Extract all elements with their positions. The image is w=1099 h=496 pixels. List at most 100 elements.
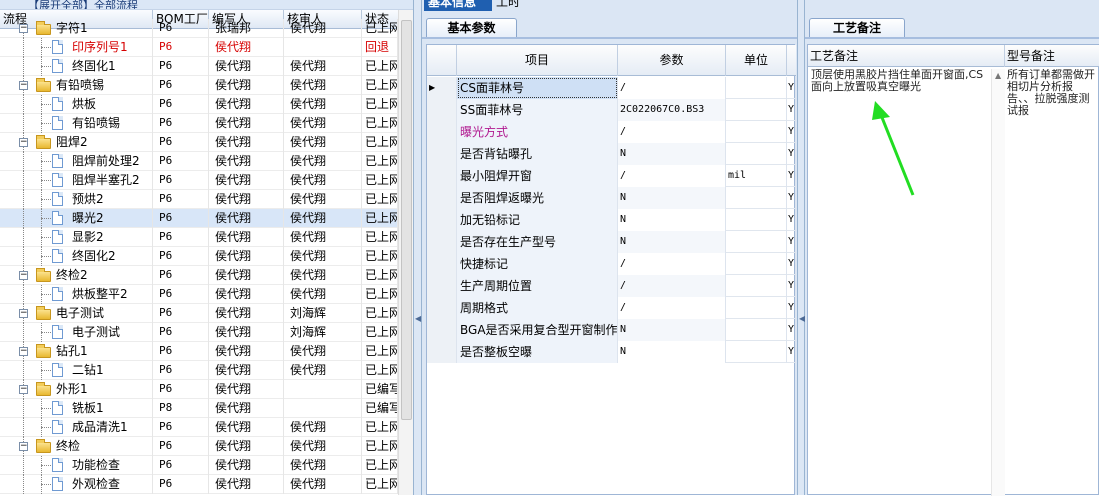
expand-all-button[interactable]: 【展开全部】全部流程 — [28, 0, 138, 9]
param-row[interactable]: 是否阻焊返曝光 N Y — [427, 187, 796, 209]
tree-row[interactable]: − 终检2 P6 侯代翔 侯代翔 已上网 — [0, 266, 398, 285]
tree-row[interactable]: 终固化2 P6 侯代翔 侯代翔 已上网 — [0, 247, 398, 266]
tree-node-label: 烘板 — [70, 95, 153, 114]
writer-cell: 侯代翔 — [212, 323, 284, 342]
param-row[interactable]: 周期格式 / Y — [427, 297, 796, 319]
row-indicator[interactable] — [427, 275, 457, 297]
tree-row[interactable]: 烘板 P6 侯代翔 侯代翔 已上网 — [0, 95, 398, 114]
tab-basic-params[interactable]: 基本参数 — [426, 18, 517, 38]
tab-work-hours[interactable]: 工时 — [496, 0, 520, 9]
collapse-toggle-icon[interactable]: − — [19, 271, 28, 280]
row-indicator[interactable] — [427, 143, 457, 165]
row-indicator[interactable] — [427, 297, 457, 319]
collapse-toggle-icon[interactable]: − — [19, 385, 28, 394]
collapse-toggle-icon[interactable]: − — [19, 309, 28, 318]
param-row[interactable]: 快捷标记 / Y — [427, 253, 796, 275]
param-value-cell[interactable]: N — [618, 319, 726, 341]
param-value-cell[interactable]: N — [618, 187, 726, 209]
param-value-cell[interactable]: / — [618, 253, 726, 275]
col-param[interactable]: 参数 — [618, 45, 726, 76]
param-unit-cell — [726, 77, 787, 99]
col-item[interactable]: 项目 — [457, 45, 618, 76]
row-indicator[interactable] — [427, 253, 457, 275]
param-row[interactable]: BGA是否采用复合型开窗制作 N Y — [427, 319, 796, 341]
row-indicator[interactable] — [427, 165, 457, 187]
tree-row[interactable]: 显影2 P6 侯代翔 侯代翔 已上网 — [0, 228, 398, 247]
param-row[interactable]: 最小阻焊开窗 / mil Y — [427, 165, 796, 187]
param-value-cell[interactable]: 2C022067C0.BS3 — [618, 99, 726, 121]
param-row[interactable]: SS面菲林号 2C022067C0.BS3 Y — [427, 99, 796, 121]
row-indicator[interactable]: ▶ — [427, 77, 457, 99]
param-value-cell[interactable]: / — [618, 77, 726, 99]
tree-row[interactable]: 成品清洗1 P6 侯代翔 侯代翔 已上网 — [0, 418, 398, 437]
tab-basic-info[interactable]: 基本信息 — [424, 0, 492, 11]
param-unit-cell — [726, 121, 787, 143]
tree-row[interactable]: − 外形1 P6 侯代翔 已编写 — [0, 380, 398, 399]
col-unit[interactable]: 单位 — [726, 45, 787, 76]
param-row[interactable]: 是否整板空曝 N Y — [427, 341, 796, 363]
collapse-toggle-icon[interactable]: − — [19, 442, 28, 451]
tree-row[interactable]: − 阻焊2 P6 侯代翔 侯代翔 已上网 — [0, 133, 398, 152]
tree-row[interactable]: − 钻孔1 P6 侯代翔 侯代翔 已上网 — [0, 342, 398, 361]
collapse-arrow-icon[interactable]: ◀ — [415, 314, 421, 323]
collapse-toggle-icon[interactable]: − — [19, 138, 28, 147]
param-row[interactable]: 是否存在生产型号 N Y — [427, 231, 796, 253]
status-cell: 已上网 — [362, 190, 398, 209]
tree-row[interactable]: − 终检 P6 侯代翔 侯代翔 已上网 — [0, 437, 398, 456]
tree-row[interactable]: − 字符1 P6 张瑞邦 侯代翔 已上网 — [0, 19, 398, 38]
tree-row[interactable]: 二钻1 P6 侯代翔 侯代翔 已上网 — [0, 361, 398, 380]
current-row-arrow-icon: ▶ — [429, 83, 436, 92]
param-row[interactable]: 加无铅标记 N Y — [427, 209, 796, 231]
row-indicator[interactable] — [427, 341, 457, 363]
tree-row[interactable]: 有铅喷锡 P6 侯代翔 侯代翔 已上网 — [0, 114, 398, 133]
tree-row[interactable]: 外观检查 P6 侯代翔 侯代翔 已上网 — [0, 475, 398, 494]
tree-row[interactable]: − 电子测试 P6 侯代翔 刘海辉 已上网 — [0, 304, 398, 323]
tree-row[interactable]: 阻焊半塞孔2 P6 侯代翔 侯代翔 已上网 — [0, 171, 398, 190]
row-indicator[interactable] — [427, 231, 457, 253]
param-value-cell[interactable]: N — [618, 341, 726, 363]
row-indicator[interactable] — [427, 209, 457, 231]
row-indicator[interactable] — [427, 319, 457, 341]
tree-row[interactable]: 终固化1 P6 侯代翔 侯代翔 已上网 — [0, 57, 398, 76]
row-indicator[interactable] — [427, 187, 457, 209]
tree-row[interactable]: 曝光2 P6 侯代翔 侯代翔 已上网 — [0, 209, 398, 228]
tree-row[interactable]: 预烘2 P6 侯代翔 侯代翔 已上网 — [0, 190, 398, 209]
param-row[interactable]: 是否背钻曝孔 N Y — [427, 143, 796, 165]
collapse-toggle-icon[interactable]: − — [19, 347, 28, 356]
param-value-cell[interactable]: / — [618, 275, 726, 297]
tree-row[interactable]: 烘板整平2 P6 侯代翔 侯代翔 已上网 — [0, 285, 398, 304]
param-value-cell[interactable]: N — [618, 143, 726, 165]
scroll-thumb[interactable] — [401, 20, 412, 420]
tree-guide-line — [23, 171, 24, 190]
param-value-cell[interactable]: / — [618, 297, 726, 319]
tree-guide-line — [23, 456, 24, 475]
tree-scrollbar[interactable] — [398, 10, 413, 495]
row-indicator[interactable] — [427, 121, 457, 143]
collapse-toggle-icon[interactable]: − — [19, 24, 28, 33]
param-row[interactable]: 生产周期位置 / Y — [427, 275, 796, 297]
tree-node-label: 阻焊前处理2 — [70, 152, 153, 171]
writer-cell: 侯代翔 — [212, 38, 284, 57]
right-splitter[interactable]: ◀ — [797, 0, 805, 495]
row-indicator[interactable] — [427, 99, 457, 121]
tree-row[interactable]: − 有铅喷锡 P6 侯代翔 侯代翔 已上网 — [0, 76, 398, 95]
param-value-cell[interactable]: / — [618, 165, 726, 187]
param-value-cell[interactable]: / — [618, 121, 726, 143]
tree-row[interactable]: 功能检查 P6 侯代翔 侯代翔 已上网 — [0, 456, 398, 475]
tree-node-label: 外形1 — [54, 380, 153, 399]
param-value-cell[interactable]: N — [618, 231, 726, 253]
param-row[interactable]: 曝光方式 / Y — [427, 121, 796, 143]
reviewer-cell: 侯代翔 — [287, 266, 362, 285]
tree-guide-line — [23, 38, 24, 57]
writer-cell: 侯代翔 — [212, 247, 284, 266]
tree-row[interactable]: 电子测试 P6 侯代翔 刘海辉 已上网 — [0, 323, 398, 342]
collapse-toggle-icon[interactable]: − — [19, 81, 28, 90]
tree-row[interactable]: 印序列号1 P6 侯代翔 回退 — [0, 38, 398, 57]
reviewer-cell: 侯代翔 — [287, 152, 362, 171]
tree-row[interactable]: 铣板1 P8 侯代翔 已编写 — [0, 399, 398, 418]
param-row[interactable]: ▶ CS面菲林号 / Y — [427, 77, 796, 99]
param-value-cell[interactable]: N — [618, 209, 726, 231]
tree-node-label: 终检 — [54, 437, 153, 456]
tree-row[interactable]: 阻焊前处理2 P6 侯代翔 侯代翔 已上网 — [0, 152, 398, 171]
left-splitter[interactable]: ◀ — [414, 0, 422, 495]
